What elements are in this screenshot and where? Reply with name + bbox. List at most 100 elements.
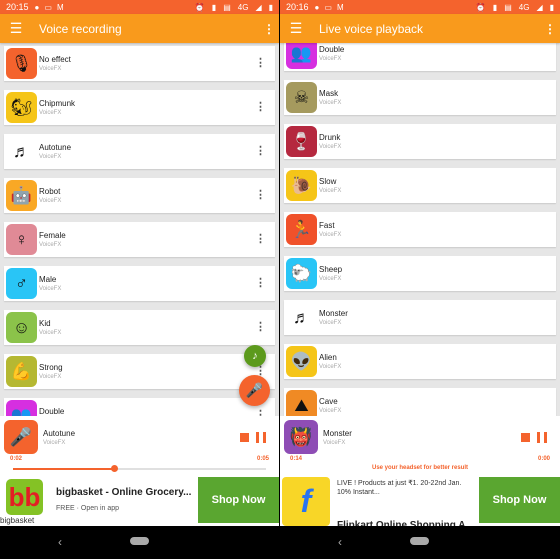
ad-banner[interactable]: bb bigbasket bigbasket - Online Grocery.… <box>0 473 279 526</box>
effect-subtitle: VoiceFX <box>39 374 62 380</box>
overflow-menu-icon[interactable]: ⋮ <box>540 22 560 36</box>
effect-name: Chipmunk <box>39 99 76 108</box>
back-icon[interactable]: ‹ <box>338 535 342 549</box>
effect-subtitle: VoiceFX <box>319 364 342 370</box>
item-more-icon[interactable]: ⋮ <box>255 234 266 245</box>
signal-icon: ◢ <box>536 2 543 12</box>
right-screen: 20:16 ● ▭ M ⏰ ▮ ▤ 4G ◢ ▮ ☰ Live voice playback … <box>280 0 560 559</box>
monster-face-icon: 👹 <box>284 420 318 454</box>
effect-name: Male <box>39 275 57 284</box>
ad-banner[interactable]: f LIVE ! Products at just ₹1. 20-22nd Ja… <box>280 473 560 531</box>
overflow-menu-icon[interactable]: ⋮ <box>259 22 279 36</box>
effect-subtitle: VoiceFX <box>39 242 62 248</box>
effect-subtitle: VoiceFX <box>319 100 342 106</box>
item-more-icon[interactable]: ⋮ <box>255 146 266 157</box>
ad-brand-label: bigbasket <box>0 516 35 525</box>
effect-subtitle: VoiceFX <box>319 320 342 326</box>
ad-subtitle: FREE · Open in app <box>56 505 120 512</box>
effect-list-item[interactable]: 🐑 Sheep VoiceFX <box>284 256 556 291</box>
vibrate-icon: ▮ <box>492 2 498 12</box>
back-icon[interactable]: ‹ <box>58 535 62 549</box>
effect-name: Double <box>39 407 65 416</box>
app-bar: ☰ Voice recording ⋮ <box>0 14 279 43</box>
running-man-icon: 🏃 <box>286 214 317 245</box>
stop-button[interactable] <box>240 433 249 442</box>
effect-subtitle: VoiceFX <box>319 188 342 194</box>
effect-list-item[interactable]: ♬ Autotune VoiceFX ⋮ <box>4 134 275 169</box>
4g-icon: 4G <box>518 2 530 12</box>
effect-list-item[interactable]: 🍷 Drunk VoiceFX <box>284 124 556 159</box>
4g-icon: 4G <box>237 2 249 12</box>
left-screen: 20:15 ● ▭ M ⏰ ▮ ▤ 4G ◢ ▮ ☰ Voice recording ⋮ 🎙 N… <box>0 0 279 559</box>
effect-list-item[interactable]: ♬ Monster VoiceFX <box>284 300 556 335</box>
stop-button[interactable] <box>521 433 530 442</box>
effect-subtitle: VoiceFX <box>39 66 62 72</box>
gas-mask-icon: ☠ <box>286 82 317 113</box>
effects-list[interactable]: 👥 Double VoiceFX ☠ Mask VoiceFX 🍷 Drunk VoiceFX 🐌… <box>280 43 560 416</box>
seek-bar-fill <box>13 468 115 470</box>
pause-button[interactable] <box>537 432 547 443</box>
effect-name: Sheep <box>319 265 343 274</box>
microphone-icon: 🎤 <box>245 382 264 398</box>
microphone-star-icon: 🎤 <box>4 420 38 454</box>
effect-list-item[interactable]: 💪 Strong VoiceFX ⋮ <box>4 354 275 389</box>
home-pill-icon[interactable] <box>410 537 429 545</box>
effect-subtitle: VoiceFX <box>39 286 62 292</box>
sheep-icon: 🐑 <box>286 258 317 289</box>
seek-bar-thumb[interactable] <box>111 465 119 472</box>
effect-list-item[interactable]: ⛰ Cave VoiceFX <box>284 388 556 416</box>
effect-list-item[interactable]: 👥 Double VoiceFX <box>284 43 556 71</box>
effect-subtitle: VoiceFX <box>39 110 62 116</box>
hamburger-menu-icon[interactable]: ☰ <box>0 20 32 37</box>
effect-name: Double <box>319 45 345 54</box>
flipkart-logo: f <box>282 477 330 526</box>
effect-list-item[interactable]: 🐌 Slow VoiceFX <box>284 168 556 203</box>
effect-name: Cave <box>319 397 338 406</box>
hamburger-menu-icon[interactable]: ☰ <box>280 20 312 37</box>
effect-list-item[interactable]: 🎙 No effect VoiceFX ⋮ <box>4 46 275 81</box>
record-fab-button[interactable]: 🎤 <box>239 375 270 406</box>
home-pill-icon[interactable] <box>130 537 149 545</box>
effect-subtitle: VoiceFX <box>319 144 342 150</box>
seek-bar[interactable] <box>13 465 266 472</box>
music-fab-button[interactable]: ♪ <box>244 345 266 367</box>
effect-list-item[interactable]: ☺ Kid VoiceFX ⋮ <box>4 310 275 345</box>
item-more-icon[interactable]: ⋮ <box>255 322 266 333</box>
autotune-icon: ♬ <box>6 136 37 167</box>
effect-list-item[interactable]: ♂ Male VoiceFX ⋮ <box>4 266 275 301</box>
effect-subtitle: VoiceFX <box>39 198 62 204</box>
ad-text: LIVE ! Products at just ₹1. 20-22nd Jan.… <box>337 480 462 496</box>
shop-now-button[interactable]: Shop Now <box>479 477 560 523</box>
cast-icon: ▭ <box>324 2 332 12</box>
item-more-icon[interactable]: ⋮ <box>255 58 266 69</box>
item-more-icon[interactable]: ⋮ <box>255 190 266 201</box>
effect-list-item[interactable]: 🐿 Chipmunk VoiceFX ⋮ <box>4 90 275 125</box>
item-more-icon[interactable]: ⋮ <box>255 278 266 289</box>
pause-button[interactable] <box>256 432 266 443</box>
now-playing-bar: 👹 Monster VoiceFX 0:14 0:00 Use your hea… <box>280 416 560 473</box>
robot-icon: 🤖 <box>6 180 37 211</box>
whatsapp-icon: ● <box>34 2 40 12</box>
effect-name: Female <box>39 231 66 240</box>
shop-now-button[interactable]: Shop Now <box>198 477 279 523</box>
effect-list-item[interactable]: ♀ Female VoiceFX ⋮ <box>4 222 275 257</box>
effect-name: Kid <box>39 319 51 328</box>
effect-list-item[interactable]: 🏃 Fast VoiceFX <box>284 212 556 247</box>
effect-name: Mask <box>319 89 339 98</box>
effect-subtitle: VoiceFX <box>319 276 342 282</box>
effects-list[interactable]: 🎙 No effect VoiceFX ⋮ 🐿 Chipmunk VoiceFX ⋮ ♬ Auto… <box>0 43 279 416</box>
alarm-icon: ⏰ <box>194 2 205 12</box>
effect-list-item[interactable]: ☠ Mask VoiceFX <box>284 80 556 115</box>
effect-list-item[interactable]: 👥DoubleVoiceFX⋮ <box>4 398 275 416</box>
whatsapp-icon: ● <box>314 2 320 12</box>
effect-list-item[interactable]: 🤖 Robot VoiceFX ⋮ <box>4 178 275 213</box>
female-icon: ♀ <box>6 224 37 255</box>
effect-list-item[interactable]: 👽 Alien VoiceFX <box>284 344 556 379</box>
elapsed-time: 0:02 <box>10 456 23 462</box>
double-people-icon: 👥 <box>286 43 317 69</box>
signal-icon: ◢ <box>255 2 262 12</box>
effect-subtitle: VoiceFX <box>39 330 62 336</box>
item-more-icon[interactable]: ⋮ <box>255 102 266 113</box>
volte-icon: ▤ <box>504 2 512 12</box>
wine-glasses-icon: 🍷 <box>286 126 317 157</box>
